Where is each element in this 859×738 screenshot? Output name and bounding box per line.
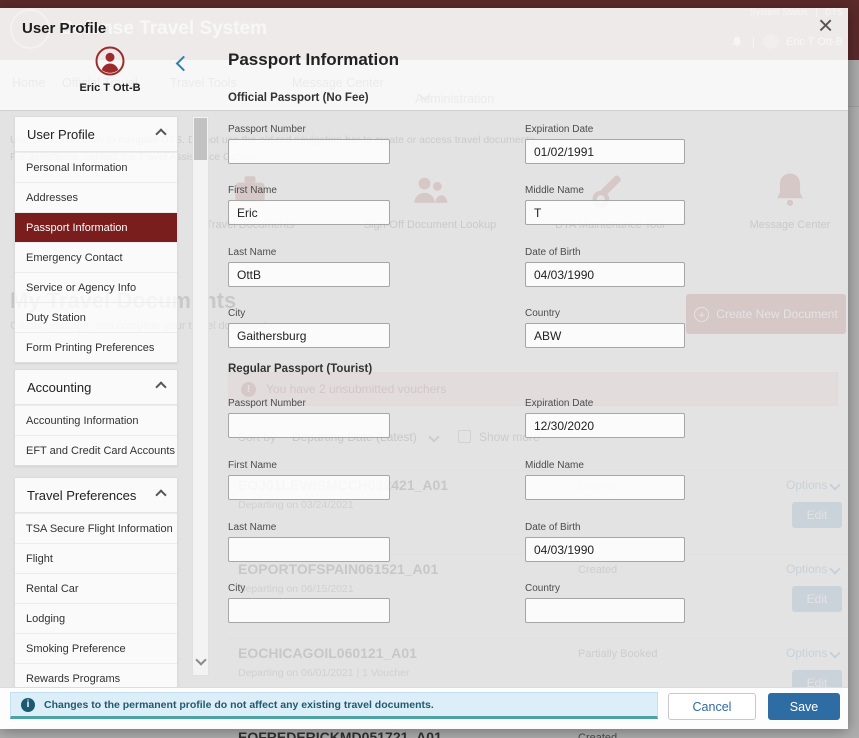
official-first-name-input[interactable] bbox=[228, 200, 390, 225]
sidebar-item-passport-information[interactable]: Passport Information bbox=[15, 212, 177, 242]
save-button[interactable]: Save bbox=[768, 693, 840, 720]
regular-middle-name-input[interactable] bbox=[525, 475, 685, 500]
field-regular-country: Country bbox=[525, 583, 685, 623]
profile-user-name: Eric T Ott-B bbox=[60, 82, 160, 94]
screen: Defense Travel System System Status | DT… bbox=[0, 0, 859, 738]
sidebar-item-accounting-information[interactable]: Accounting Information bbox=[15, 405, 177, 435]
field-regular-passport-number: Passport Number bbox=[228, 398, 390, 438]
regular-passport-section-title: Regular Passport (Tourist) bbox=[228, 363, 372, 375]
sidebar-section-accounting: Accounting Accounting Information EFT an… bbox=[14, 369, 178, 466]
field-regular-city: City bbox=[228, 583, 390, 623]
back-button[interactable] bbox=[178, 56, 189, 74]
profile-avatar-icon bbox=[95, 46, 125, 76]
field-regular-expiration-date: Expiration Date bbox=[525, 398, 685, 438]
regular-passport-number-input[interactable] bbox=[228, 413, 390, 438]
section-header-travel-preferences[interactable]: Travel Preferences bbox=[15, 478, 177, 513]
field-official-city: City bbox=[228, 308, 390, 348]
regular-city-input[interactable] bbox=[228, 598, 390, 623]
field-official-country: Country bbox=[525, 308, 685, 348]
regular-last-name-input[interactable] bbox=[228, 537, 390, 562]
official-passport-number-input[interactable] bbox=[228, 139, 390, 164]
sidebar-item-rental-car[interactable]: Rental Car bbox=[15, 573, 177, 603]
sidebar-section-user-profile: User Profile Personal Information Addres… bbox=[14, 116, 178, 363]
sidebar-item-lodging[interactable]: Lodging bbox=[15, 603, 177, 633]
field-official-middle-name: Middle Name bbox=[525, 185, 685, 225]
regular-first-name-input[interactable] bbox=[228, 475, 390, 500]
chevron-up-icon bbox=[155, 381, 166, 392]
info-icon: i bbox=[21, 698, 35, 712]
sidebar-item-duty-station[interactable]: Duty Station bbox=[15, 302, 177, 332]
official-middle-name-input[interactable] bbox=[525, 200, 685, 225]
sidebar-item-personal-information[interactable]: Personal Information bbox=[15, 152, 177, 182]
chevron-up-icon bbox=[155, 489, 166, 500]
dialog-header: User Profile × Eric T Ott-B Passport Inf… bbox=[0, 8, 848, 110]
regular-date-of-birth-input[interactable] bbox=[525, 537, 685, 562]
chevron-up-icon bbox=[155, 128, 166, 139]
sidebar-item-addresses[interactable]: Addresses bbox=[15, 182, 177, 212]
page-title: Passport Information bbox=[228, 50, 399, 70]
field-regular-first-name: First Name bbox=[228, 460, 390, 500]
regular-country-input[interactable] bbox=[525, 598, 685, 623]
field-official-date-of-birth: Date of Birth bbox=[525, 247, 685, 287]
sidebar-scrollbar[interactable] bbox=[192, 116, 209, 676]
info-banner: i Changes to the permanent profile do no… bbox=[10, 692, 658, 719]
sidebar-item-smoking-preference[interactable]: Smoking Preference bbox=[15, 633, 177, 663]
official-last-name-input[interactable] bbox=[228, 262, 390, 287]
regular-expiration-date-input[interactable] bbox=[525, 413, 685, 438]
dialog-footer: i Changes to the permanent profile do no… bbox=[0, 687, 848, 729]
official-city-input[interactable] bbox=[228, 323, 390, 348]
field-regular-date-of-birth: Date of Birth bbox=[525, 522, 685, 562]
field-official-passport-number: Passport Number bbox=[228, 124, 390, 164]
cancel-button[interactable]: Cancel bbox=[668, 693, 756, 720]
sidebar-section-travel-preferences: Travel Preferences TSA Secure Flight Inf… bbox=[14, 477, 178, 688]
field-official-expiration-date: Expiration Date bbox=[525, 124, 685, 164]
field-official-first-name: First Name bbox=[228, 185, 390, 225]
sidebar-item-tsa-secure-flight[interactable]: TSA Secure Flight Information bbox=[15, 513, 177, 543]
official-date-of-birth-input[interactable] bbox=[525, 262, 685, 287]
chevron-down-icon bbox=[195, 654, 206, 665]
user-profile-dialog: User Profile × Eric T Ott-B Passport Inf… bbox=[0, 8, 848, 728]
section-header-accounting[interactable]: Accounting bbox=[15, 370, 177, 405]
sidebar-item-flight[interactable]: Flight bbox=[15, 543, 177, 573]
official-country-input[interactable] bbox=[525, 323, 685, 348]
scrollbar-thumb[interactable] bbox=[194, 118, 207, 160]
close-icon[interactable]: × bbox=[818, 10, 833, 40]
sidebar-item-form-printing-preferences[interactable]: Form Printing Preferences bbox=[15, 332, 177, 362]
info-banner-text: Changes to the permanent profile do not … bbox=[44, 699, 434, 711]
section-header-user-profile[interactable]: User Profile bbox=[15, 117, 177, 152]
scrollbar-down-button[interactable] bbox=[197, 651, 205, 669]
official-passport-section-title: Official Passport (No Fee) bbox=[228, 92, 369, 104]
field-regular-middle-name: Middle Name bbox=[525, 460, 685, 500]
sidebar-item-rewards-programs[interactable]: Rewards Programs bbox=[15, 663, 177, 688]
field-official-last-name: Last Name bbox=[228, 247, 390, 287]
dialog-title: User Profile bbox=[22, 20, 106, 37]
sidebar-item-emergency-contact[interactable]: Emergency Contact bbox=[15, 242, 177, 272]
sidebar-item-service-or-agency-info[interactable]: Service or Agency Info bbox=[15, 272, 177, 302]
sidebar-item-eft-credit-card-accounts[interactable]: EFT and Credit Card Accounts bbox=[15, 435, 177, 465]
field-regular-last-name: Last Name bbox=[228, 522, 390, 562]
dialog-body: User Profile Personal Information Addres… bbox=[0, 110, 848, 688]
official-expiration-date-input[interactable] bbox=[525, 139, 685, 164]
chevron-left-icon bbox=[176, 56, 192, 72]
